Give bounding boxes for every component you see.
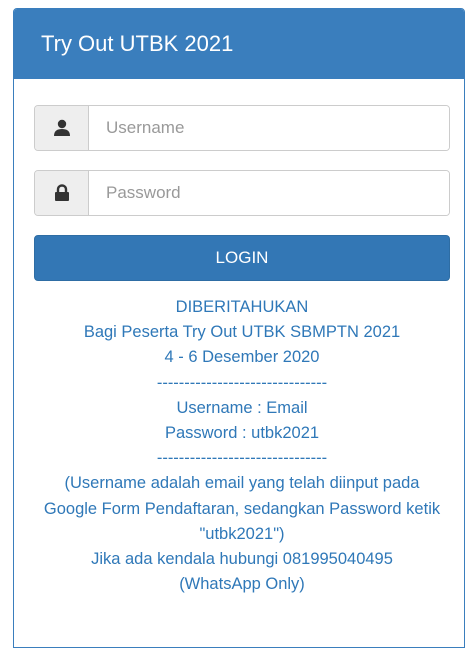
notice-line: Username : Email	[176, 398, 308, 417]
notice-divider: -------------------------------	[156, 373, 328, 392]
login-button[interactable]: LOGIN	[34, 235, 450, 281]
notice-divider: -------------------------------	[156, 449, 328, 468]
notice-line: Jika ada kendala hubungi 081995040495	[91, 550, 393, 569]
notice-paragraph: (Username adalah email yang telah diinpu…	[43, 474, 441, 543]
lock-icon	[35, 171, 89, 215]
notice-line: (WhatsApp Only)	[179, 575, 305, 594]
login-form: LOGIN DIBERITAHUKAN Bagi Peserta Try Out…	[14, 79, 464, 597]
notice-line: Bagi Peserta Try Out UTBK SBMPTN 2021	[83, 323, 401, 342]
notice-line: Password : utbk2021	[164, 424, 320, 443]
notice-line: 4 - 6 Desember 2020	[164, 348, 320, 367]
password-input[interactable]	[89, 171, 449, 215]
notice-text: DIBERITAHUKAN Bagi Peserta Try Out UTBK …	[34, 295, 450, 597]
password-group	[34, 170, 450, 216]
username-input[interactable]	[89, 106, 449, 150]
user-icon	[35, 106, 89, 150]
username-group	[34, 105, 450, 151]
notice-heading: DIBERITAHUKAN	[175, 298, 309, 316]
login-panel: Try Out UTBK 2021 LOGIN DIBERITAHUKA	[13, 8, 465, 648]
panel-title: Try Out UTBK 2021	[14, 9, 464, 79]
